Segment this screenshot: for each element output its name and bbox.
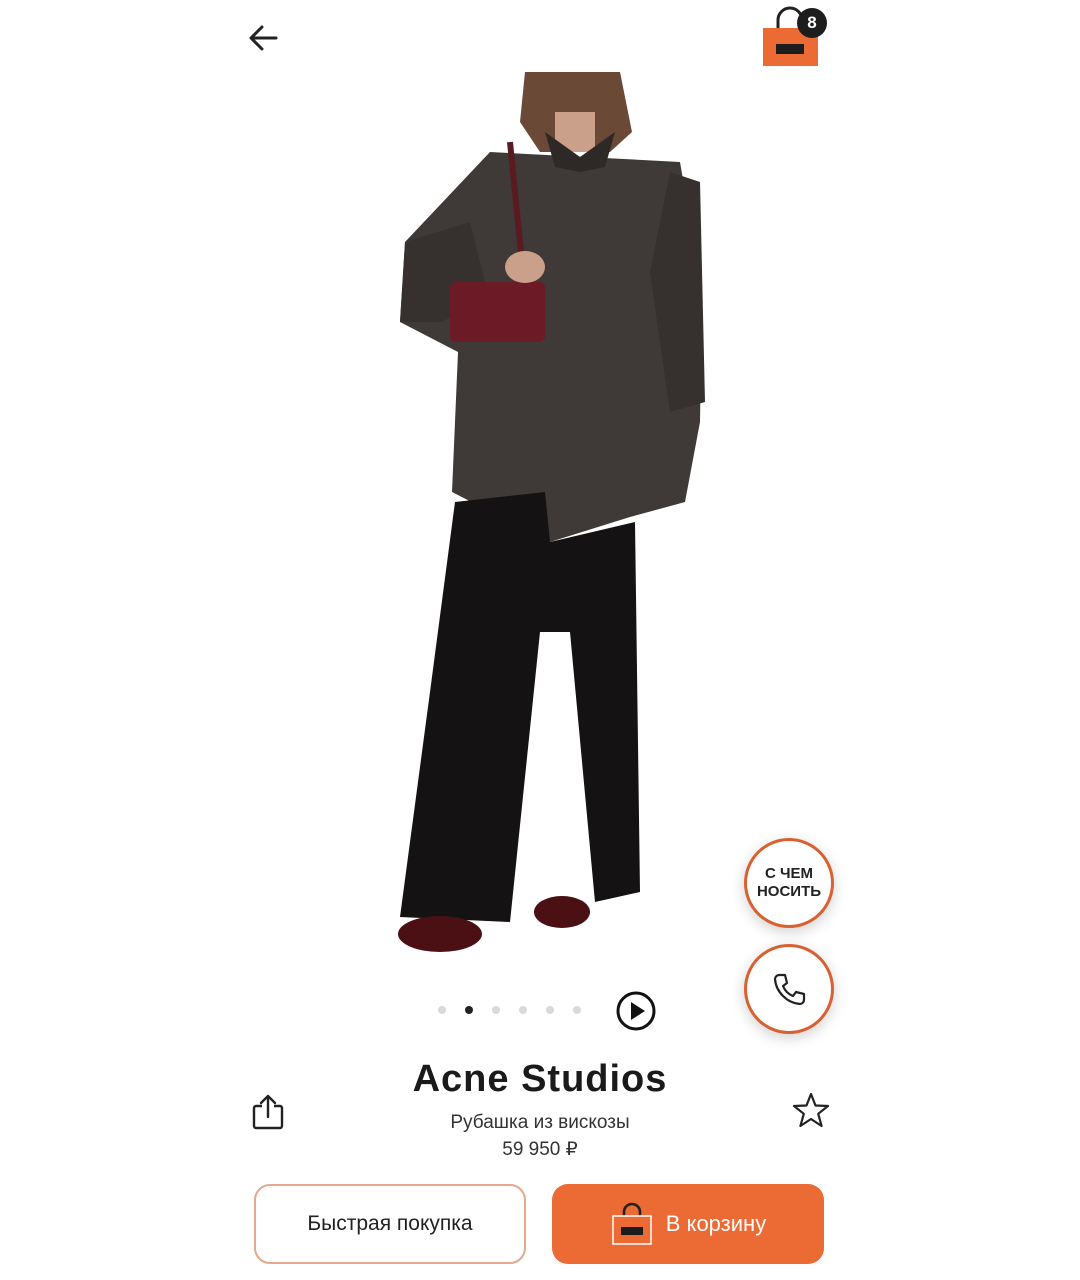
cart-button[interactable]: 8 xyxy=(760,6,830,68)
model-figure xyxy=(398,72,705,952)
quick-buy-button[interactable]: Быстрая покупка xyxy=(254,1184,526,1264)
arrow-left-icon xyxy=(249,25,278,51)
share-icon xyxy=(252,1094,284,1130)
cart-count-badge: 8 xyxy=(797,8,827,38)
pagination-dot[interactable] xyxy=(438,1006,446,1014)
pagination-dot[interactable] xyxy=(519,1006,527,1014)
pagination-dot[interactable] xyxy=(492,1006,500,1014)
phone-icon xyxy=(773,973,806,1006)
brand-name: Acne Studios xyxy=(412,1058,668,1100)
add-to-cart-button[interactable]: В корзину xyxy=(552,1184,824,1264)
call-button[interactable] xyxy=(744,944,834,1034)
share-button[interactable] xyxy=(248,1092,288,1132)
play-circle-icon xyxy=(616,991,656,1031)
product-price: 59 950 ₽ xyxy=(502,1139,578,1160)
star-icon xyxy=(792,1092,830,1128)
outfit-label: С ЧЕМ НОСИТЬ xyxy=(756,865,822,900)
pagination-dot[interactable] xyxy=(546,1006,554,1014)
product-photo[interactable] xyxy=(370,72,710,962)
quick-buy-label: Быстрая покупка xyxy=(307,1212,473,1235)
shopping-bag-icon xyxy=(612,1202,652,1245)
pagination-dot[interactable] xyxy=(573,1006,581,1014)
play-video-button[interactable] xyxy=(615,990,657,1032)
add-to-cart-label: В корзину xyxy=(665,1211,767,1236)
outfit-suggestions-button[interactable]: С ЧЕМ НОСИТЬ xyxy=(744,838,834,928)
pagination-dot[interactable] xyxy=(465,1006,473,1014)
favorite-button[interactable] xyxy=(790,1090,832,1132)
product-title: Рубашка из вискозы xyxy=(450,1112,630,1133)
gallery-pagination xyxy=(430,1000,590,1020)
back-button[interactable] xyxy=(240,16,290,60)
